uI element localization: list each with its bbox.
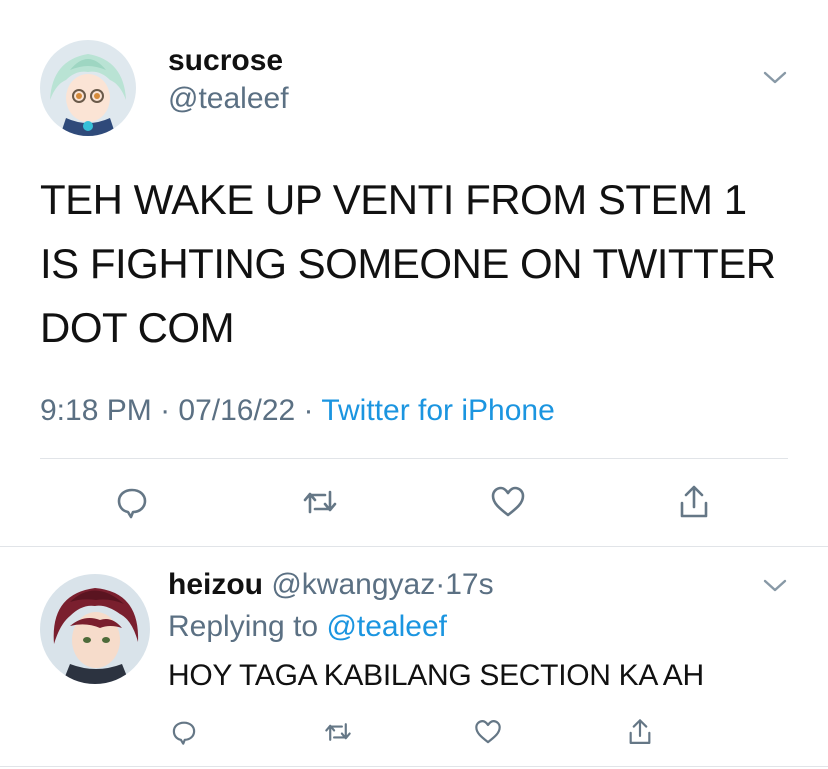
- reply-age: 17s: [445, 568, 494, 601]
- like-icon: [475, 720, 501, 744]
- reply-button[interactable]: [166, 714, 202, 750]
- reply-icon: [172, 721, 196, 745]
- chevron-down-icon[interactable]: [762, 66, 788, 88]
- reply-author-handle[interactable]: @kwangyaz: [271, 568, 435, 601]
- reply-text: HOY TAGA KABILANG SECTION KA AH: [168, 659, 704, 692]
- divider: [40, 458, 788, 459]
- tweet-source-link[interactable]: Twitter for iPhone: [321, 394, 554, 427]
- share-icon: [680, 485, 708, 518]
- replying-to-line: Replying to @tealeef: [168, 610, 447, 644]
- retweet-icon: [303, 490, 337, 514]
- author-avatar[interactable]: [40, 40, 136, 136]
- retweet-icon: [325, 723, 351, 741]
- reply-author-avatar[interactable]: [40, 574, 150, 684]
- tweet-time: 9:18 PM: [40, 394, 152, 427]
- share-button[interactable]: [622, 714, 658, 750]
- retweet-button[interactable]: [298, 480, 342, 524]
- share-button[interactable]: [672, 480, 716, 524]
- divider: [0, 546, 828, 547]
- tweet-text-line: TEH WAKE UP VENTI FROM STEM 1: [40, 176, 747, 223]
- reply-author-name[interactable]: heizou: [168, 568, 263, 601]
- chevron-down-icon[interactable]: [762, 574, 788, 596]
- meta-separator: ·: [303, 394, 314, 427]
- meta-separator: ·: [435, 568, 446, 601]
- reply-header: heizou @kwangyaz·17s: [168, 568, 494, 602]
- tweet-text-line: DOT COM: [40, 304, 235, 351]
- meta-separator: ·: [160, 394, 171, 427]
- replying-to-mention[interactable]: @tealeef: [326, 610, 447, 643]
- replying-prefix: Replying to: [168, 610, 319, 643]
- reply-icon: [117, 488, 147, 519]
- like-button[interactable]: [486, 480, 530, 524]
- tweet-text: TEH WAKE UP VENTI FROM STEM 1 IS FIGHTIN…: [40, 168, 800, 360]
- share-icon: [629, 719, 651, 744]
- like-button[interactable]: [470, 714, 506, 750]
- like-icon: [491, 486, 525, 517]
- author-name[interactable]: sucrose: [168, 44, 283, 78]
- divider: [0, 766, 828, 767]
- author-handle[interactable]: @tealeef: [168, 82, 289, 116]
- tweet-text-line: IS FIGHTING SOMEONE ON TWITTER: [40, 240, 776, 287]
- reply-button[interactable]: [110, 480, 154, 524]
- tweet-meta: 9:18 PM · 07/16/22 · Twitter for iPhone: [40, 394, 555, 428]
- retweet-button[interactable]: [320, 714, 356, 750]
- tweet-date: 07/16/22: [178, 394, 296, 427]
